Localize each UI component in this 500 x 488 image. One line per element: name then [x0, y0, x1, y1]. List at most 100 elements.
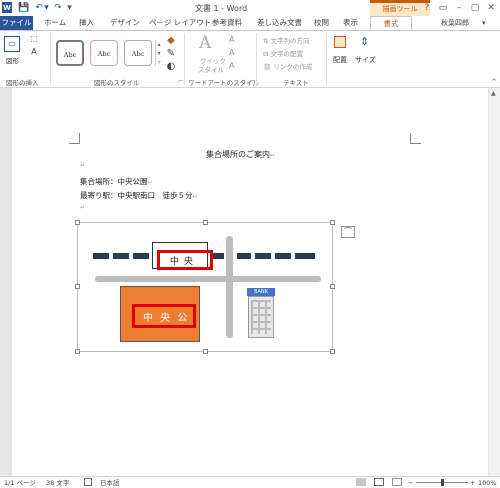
railway-segment — [213, 253, 224, 259]
vertical-scrollbar[interactable] — [489, 88, 500, 476]
word-app-icon[interactable]: W — [2, 2, 12, 13]
user-name[interactable]: 秋葉四郎 — [441, 16, 469, 30]
close-icon[interactable]: ✕ — [484, 2, 498, 14]
tab-design[interactable]: デザイン — [110, 16, 140, 30]
shape-icon[interactable]: ▭ — [4, 36, 20, 52]
resize-handle[interactable] — [330, 284, 335, 289]
tab-review[interactable]: 校閲 — [314, 16, 329, 30]
tab-page-layout[interactable]: ページ レイアウト — [149, 16, 211, 30]
size-icon[interactable]: ⇕ — [360, 35, 369, 48]
web-layout-icon[interactable] — [392, 478, 402, 486]
zoom-out-icon[interactable]: − — [408, 478, 413, 488]
scroll-up-icon[interactable]: ▲ — [491, 90, 496, 97]
document-title[interactable]: 集合場所のご案内↵ — [206, 149, 275, 160]
vertical-road — [226, 236, 233, 338]
park-label[interactable]: 中 央 公 — [143, 309, 189, 324]
page-count[interactable]: 1/1 ページ — [4, 478, 36, 488]
meeting-place-line[interactable]: 集合場所：中央公園↵ — [80, 176, 153, 187]
text-effects-icon[interactable]: A — [229, 61, 234, 70]
ribbon-display-icon[interactable]: ▭ — [436, 2, 450, 14]
proofing-icon[interactable] — [84, 478, 92, 486]
tab-insert[interactable]: 挿入 — [79, 16, 94, 30]
shape-style-sample-3[interactable]: Abc — [124, 40, 152, 66]
paragraph-mark: ↵ — [147, 179, 153, 186]
tab-format[interactable]: 書式 — [370, 16, 412, 31]
help-icon[interactable]: ? — [420, 2, 434, 14]
shape-effects-icon[interactable]: ◐ — [165, 61, 177, 72]
text-outline-icon[interactable]: A — [229, 48, 234, 57]
zoom-in-icon[interactable]: + — [470, 478, 475, 488]
railway-segment — [275, 253, 291, 259]
resize-handle[interactable] — [75, 220, 80, 225]
paragraph-mark: ↵ — [192, 193, 198, 200]
shapes-button[interactable]: 図形 — [6, 55, 19, 65]
railway-segment — [295, 253, 315, 259]
restore-icon[interactable]: ▢ — [468, 2, 482, 14]
save-icon[interactable]: 💾 — [18, 2, 30, 14]
ribbon-divider — [256, 33, 257, 85]
zoom-level[interactable]: 100% — [478, 478, 497, 488]
collapse-ribbon-icon[interactable]: ^ — [491, 78, 497, 86]
user-menu-icon[interactable]: ▾ — [482, 16, 486, 30]
align-text-button[interactable]: ⊟ 文字の配置 — [263, 48, 303, 58]
tab-references[interactable]: 参考資料 — [212, 16, 242, 30]
ribbon-divider — [184, 33, 185, 85]
margin-corner-top-left — [69, 133, 80, 144]
paragraph-mark: ↵ — [80, 162, 86, 169]
insert-shapes-group-label: 図形の挿入 — [6, 79, 39, 87]
tab-file[interactable]: ファイル — [0, 16, 33, 30]
paragraph-mark: ↵ — [270, 152, 276, 159]
text-direction-button[interactable]: ⇅ 文字列の方向 — [263, 35, 310, 45]
text-fill-icon[interactable]: A — [229, 35, 234, 44]
wordart-group-label: ワードアートのスタイル — [188, 79, 260, 87]
create-link-label: リンクの作成 — [273, 63, 313, 71]
print-layout-icon[interactable] — [374, 478, 384, 486]
resize-handle[interactable] — [75, 349, 80, 354]
zoom-slider-thumb[interactable] — [441, 479, 444, 486]
quick-styles-label-2[interactable]: スタイル — [198, 64, 224, 74]
tab-home[interactable]: ホーム — [44, 16, 66, 30]
undo-dropdown-icon[interactable]: ▾ — [43, 2, 50, 14]
shape-styles-launcher-icon[interactable]: ⌐ — [178, 77, 183, 85]
shape-outline-icon[interactable]: ✎ — [165, 48, 177, 59]
status-bar: 1/1 ページ 38 文字 日本語 − + 100% — [0, 476, 500, 488]
nearest-station-line[interactable]: 最寄り駅：中央駅南口 徒歩５分↵ — [80, 190, 198, 201]
railway-segment — [133, 253, 149, 259]
tab-view[interactable]: 表示 — [343, 16, 358, 30]
align-text-label: 文字の配置 — [270, 50, 304, 58]
resize-handle[interactable] — [75, 284, 80, 289]
size-button[interactable]: サイズ — [355, 55, 376, 65]
create-link-button[interactable]: ⛓ リンクの作成 — [263, 61, 312, 71]
arrange-icon[interactable] — [334, 36, 346, 48]
customize-qat-icon[interactable]: ▾ — [66, 2, 73, 14]
resize-handle[interactable] — [203, 349, 208, 354]
railway-segment — [113, 253, 129, 259]
resize-handle[interactable] — [330, 349, 335, 354]
resize-handle[interactable] — [330, 220, 335, 225]
word-count[interactable]: 38 文字 — [46, 478, 69, 488]
shape-styles-group-label: 図形のスタイル — [94, 79, 140, 87]
style-gallery-scroll[interactable]: ▴ ▾ ▿ — [155, 40, 162, 66]
station-label[interactable]: 中 央 — [170, 254, 194, 267]
wordart-launcher-icon[interactable]: ⌐ — [250, 77, 255, 85]
read-mode-icon[interactable] — [356, 478, 366, 486]
meeting-place-text: 集合場所：中央公園 — [80, 177, 148, 186]
quick-styles-icon[interactable]: A — [199, 33, 211, 53]
shape-style-sample-2[interactable]: Abc — [90, 40, 118, 66]
language-indicator[interactable]: 日本語 — [100, 478, 120, 488]
textbox-icon[interactable]: A — [28, 47, 40, 56]
ribbon-divider — [50, 33, 51, 85]
bank-windows — [251, 300, 271, 334]
resize-handle[interactable] — [203, 220, 208, 225]
redo-icon[interactable]: ↷ — [52, 2, 64, 14]
layout-options-icon[interactable]: ⌒ — [341, 226, 355, 238]
railway-segment — [93, 253, 109, 259]
minimize-icon[interactable]: – — [452, 2, 466, 14]
edit-shape-icon[interactable]: ⬚ — [28, 34, 40, 43]
shape-fill-icon[interactable]: ◆ — [165, 35, 177, 46]
arrange-button[interactable]: 配置 — [333, 55, 347, 65]
railway-segment — [237, 253, 251, 259]
bank-sign: BANK — [247, 288, 275, 296]
tab-mailings[interactable]: 差し込み文書 — [257, 16, 302, 30]
shape-style-sample-1[interactable]: Abc — [56, 40, 84, 66]
